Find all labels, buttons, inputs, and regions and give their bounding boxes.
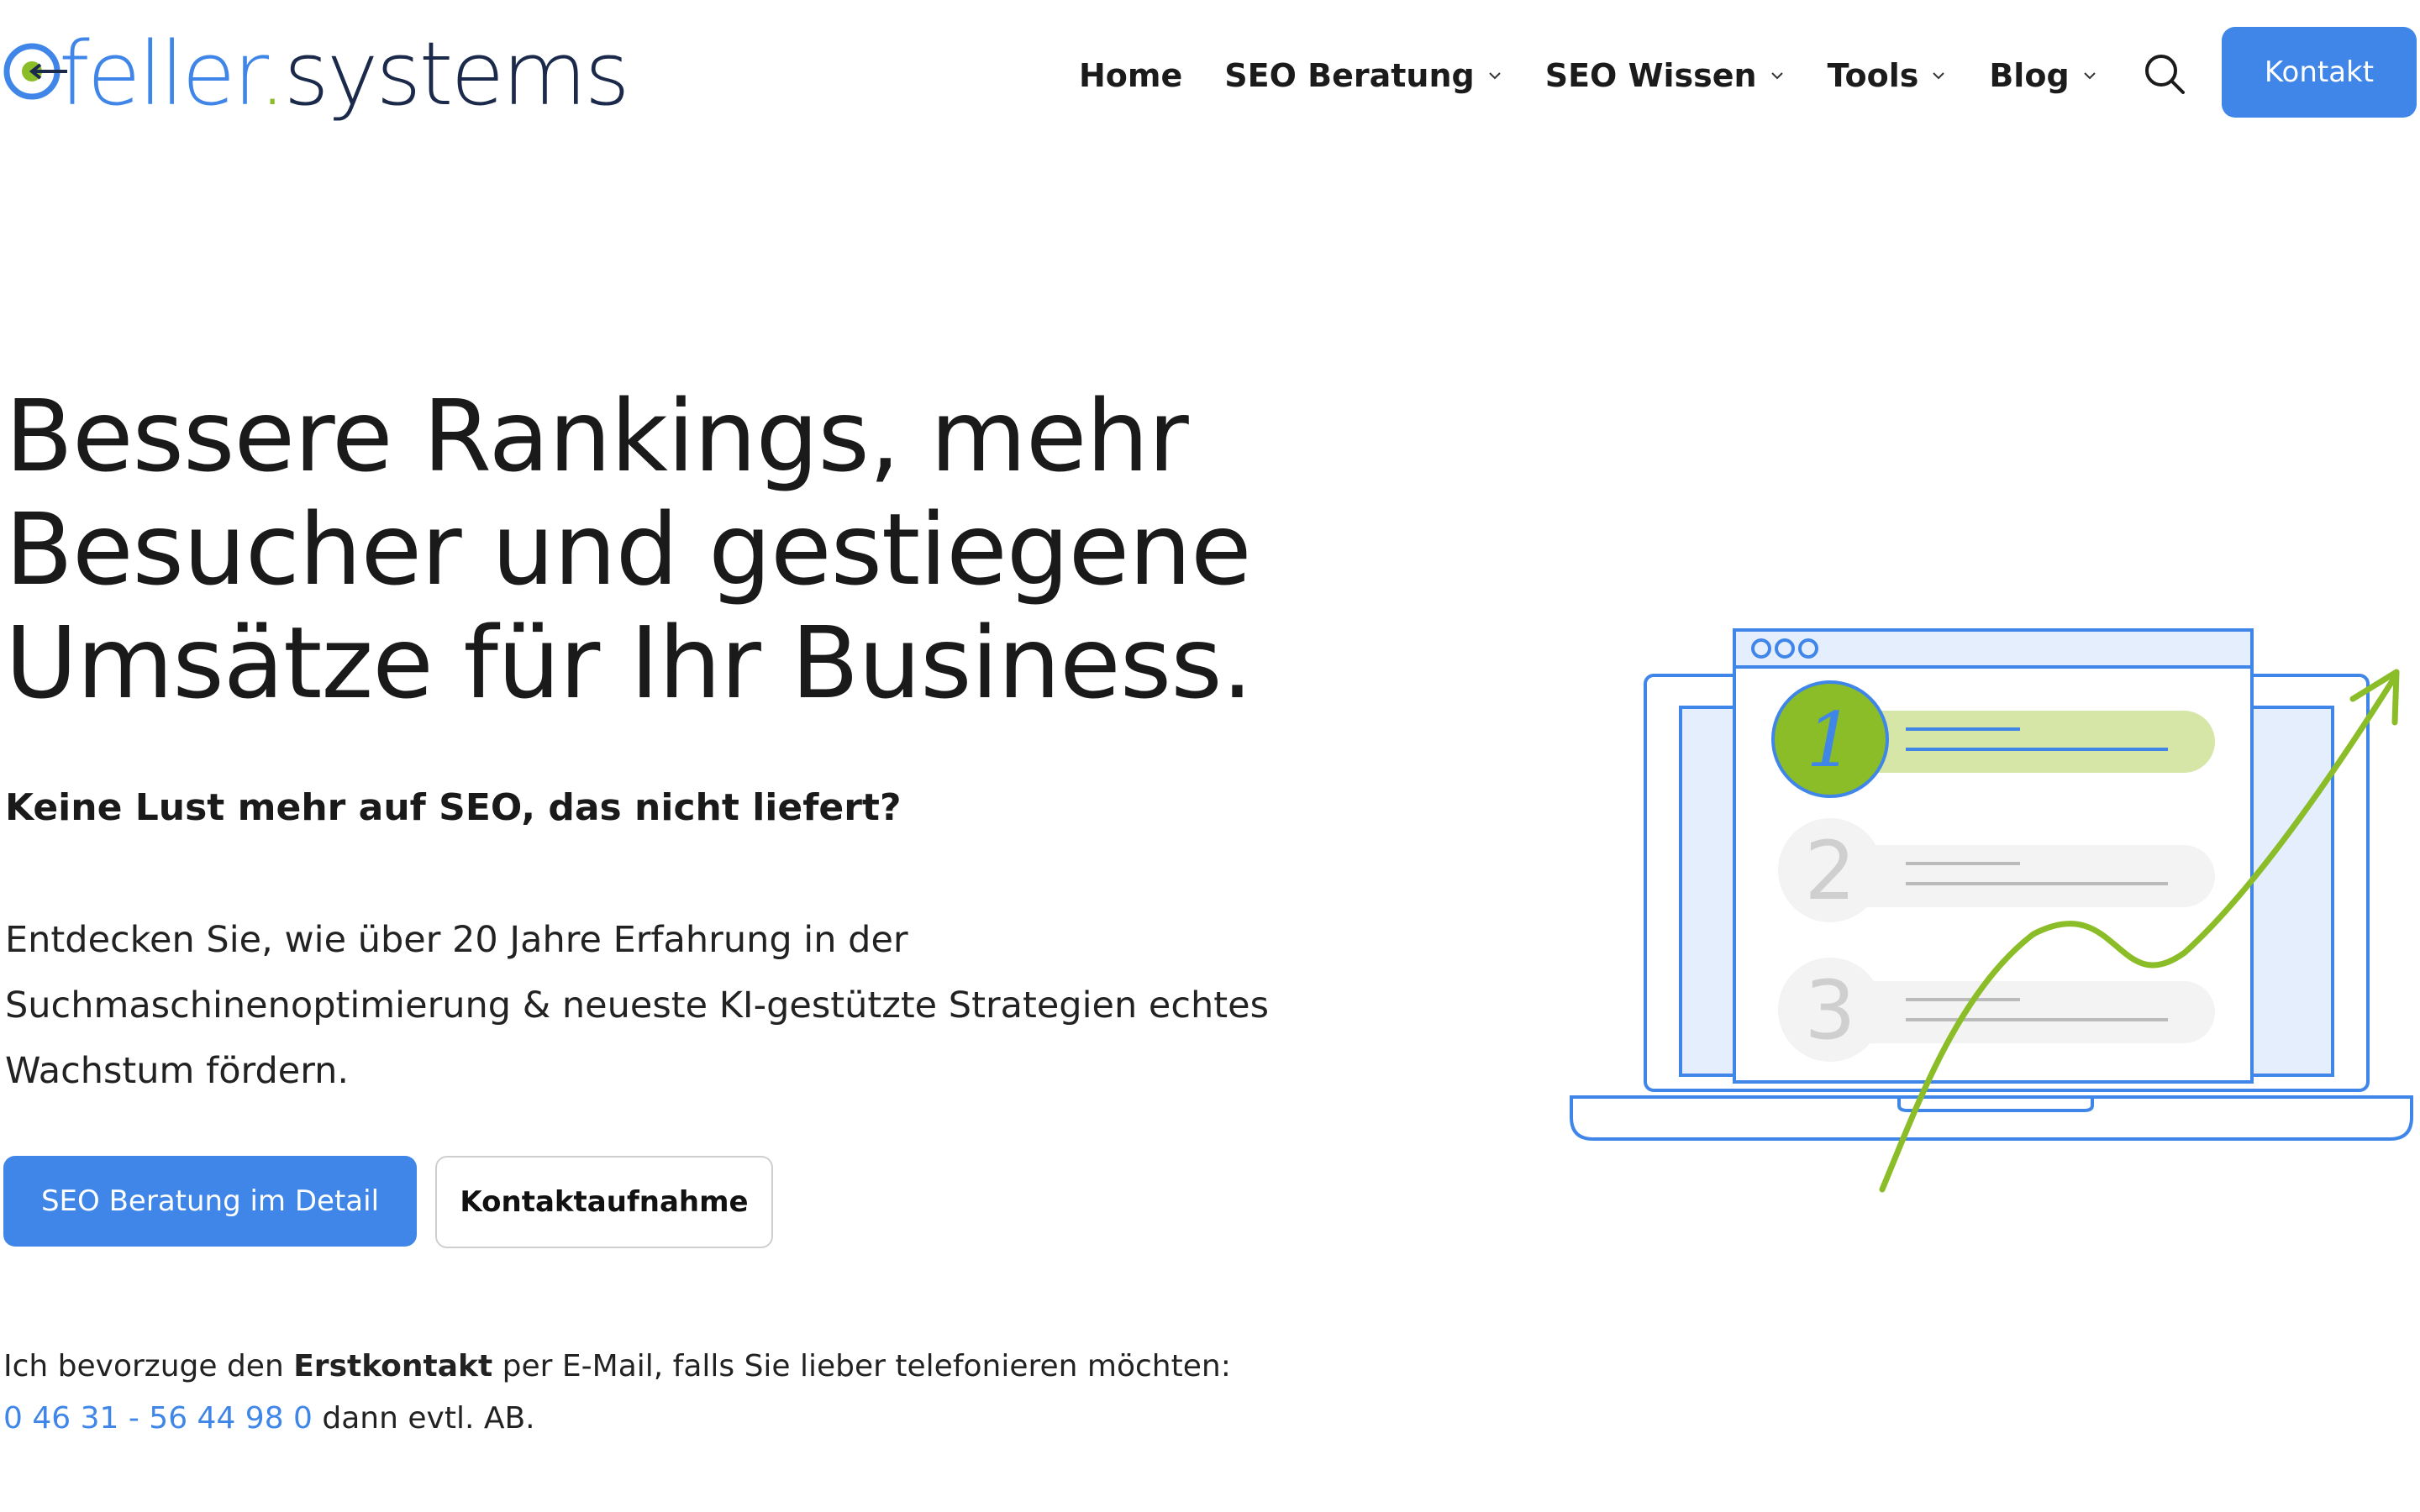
hero-title-line: Besucher und gestiegene [5, 491, 1252, 607]
hero-title-line: Umsätze für Ihr Business. [5, 605, 1253, 721]
nav-item-label: SEO Wissen [1544, 57, 1757, 94]
phone-link[interactable]: 0 46 31 - 56 44 98 0 [3, 1401, 313, 1436]
contact-note-line: Ich bevorzuge den Erstkontakt per E-Mail… [3, 1341, 1231, 1393]
contact-note-line: 0 46 31 - 56 44 98 0 dann evtl. AB. [3, 1393, 1231, 1445]
chevron-down-icon [1933, 72, 1945, 80]
hero-lead: Entdecken Sie, wie über 20 Jahre Erfahru… [5, 907, 1316, 1104]
nav-item-seo-beratung[interactable]: SEO Beratung [1224, 57, 1502, 94]
logo-text: feller.systems [59, 23, 630, 125]
note-bold: Erstkontakt [293, 1349, 493, 1383]
kontakt-button[interactable]: Kontakt [2222, 27, 2417, 118]
ranking-laptop-illustration: 1 2 3 [1570, 628, 2413, 1193]
hero-title-line: Bessere Rankings, mehr [5, 378, 1189, 494]
logo[interactable]: feller.systems [0, 18, 639, 128]
nav-item-blog[interactable]: Blog [1989, 57, 2097, 94]
kontaktaufnahme-button[interactable]: Kontaktaufnahme [435, 1156, 773, 1248]
main-nav: Home SEO Beratung SEO Wissen Tools Blog [1079, 50, 2140, 101]
rank-label: 2 [1804, 824, 1855, 918]
hero-title: Bessere Rankings, mehr Besucher und gest… [5, 380, 1265, 720]
note-text: Ich bevorzuge den [3, 1349, 294, 1383]
seo-beratung-detail-button[interactable]: SEO Beratung im Detail [3, 1156, 417, 1247]
nav-item-tools[interactable]: Tools [1828, 57, 1948, 94]
nav-item-label: Home [1079, 57, 1183, 94]
chevron-down-icon [1489, 72, 1501, 80]
hero-subhead: Keine Lust mehr auf SEO, das nicht liefe… [5, 786, 902, 829]
lead-line: Entdecken Sie, wie über 20 Jahre Erfahru… [5, 919, 908, 961]
chevron-down-icon [1770, 72, 1783, 80]
note-text: per E-Mail, falls Sie lieber telefoniere… [492, 1349, 1231, 1383]
chevron-down-icon [2083, 72, 2096, 80]
site-header: feller.systems Home SEO Beratung SEO Wis… [0, 0, 2420, 151]
lead-line: Wachstum fördern. [5, 1050, 350, 1092]
rank-label: 1 [1806, 696, 1854, 785]
lead-line: Suchmaschinenoptimierung & neueste KI-ge… [5, 984, 1269, 1026]
nav-item-label: SEO Beratung [1224, 57, 1475, 94]
nav-item-label: Tools [1827, 57, 1919, 94]
nav-item-label: Blog [1989, 57, 2070, 94]
search-icon[interactable] [2141, 50, 2188, 97]
note-text: dann evtl. AB. [312, 1401, 535, 1436]
nav-item-home[interactable]: Home [1079, 57, 1182, 94]
rank-label: 3 [1804, 963, 1855, 1058]
contact-note: Ich bevorzuge den Erstkontakt per E-Mail… [3, 1341, 1231, 1445]
nav-item-seo-wissen[interactable]: SEO Wissen [1545, 57, 1786, 94]
